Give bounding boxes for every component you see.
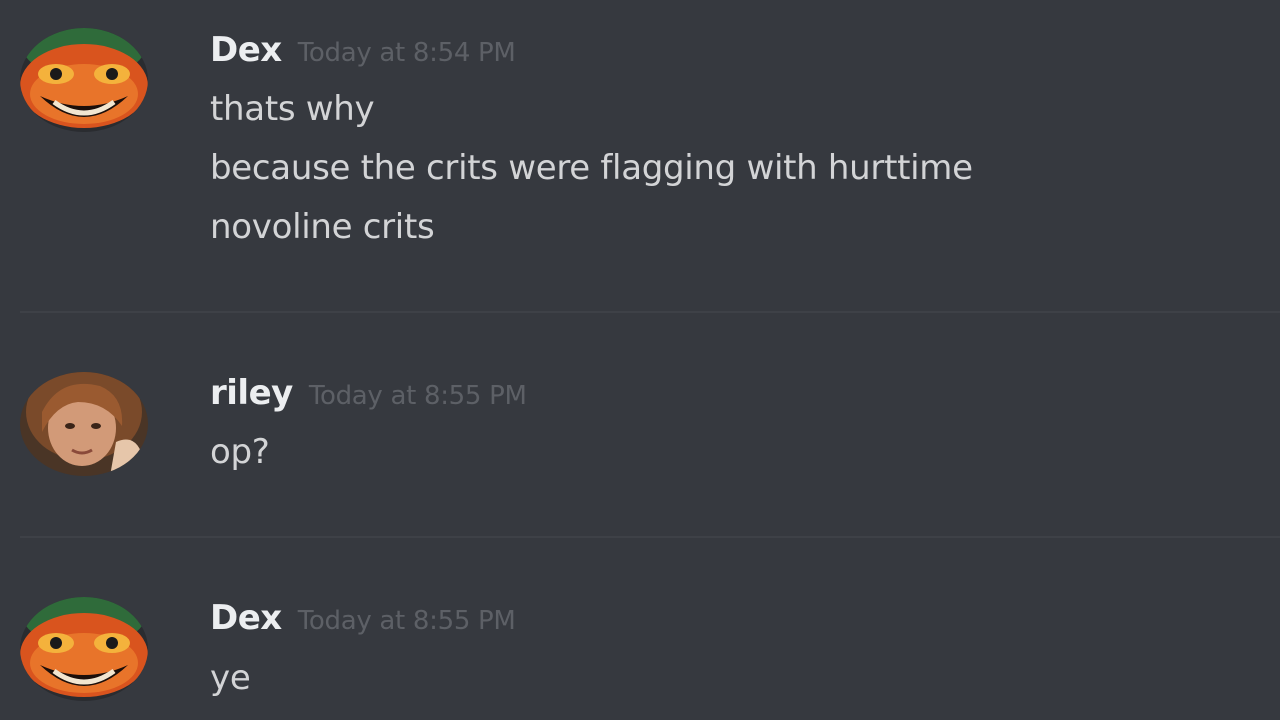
message-content: ye	[210, 649, 251, 708]
timestamp[interactable]: Today at 8:55 PM	[298, 606, 516, 636]
timestamp[interactable]: Today at 8:54 PM	[298, 38, 516, 68]
message-content: thats why because the crits were flaggin…	[210, 80, 973, 257]
username[interactable]: riley	[210, 373, 293, 413]
message-header: Dex Today at 8:55 PM	[210, 598, 516, 638]
message-line: because the crits were flagging with hur…	[210, 148, 973, 188]
username[interactable]: Dex	[210, 30, 282, 70]
message-line: ye	[210, 658, 251, 698]
message-line: op?	[210, 432, 270, 472]
message-content: op?	[210, 423, 270, 482]
cartoon-face-avatar-icon[interactable]	[20, 28, 148, 132]
message-header: Dex Today at 8:54 PM	[210, 30, 516, 70]
message-header: riley Today at 8:55 PM	[210, 373, 527, 413]
message-divider	[20, 536, 1280, 538]
message-line: thats why	[210, 89, 375, 129]
photo-avatar-icon[interactable]	[20, 372, 148, 476]
chat-message-list: Dex Today at 8:54 PM thats why because th…	[0, 0, 1280, 720]
timestamp[interactable]: Today at 8:55 PM	[309, 381, 527, 411]
message-line: novoline crits	[210, 207, 435, 247]
username[interactable]: Dex	[210, 598, 282, 638]
message-divider	[20, 311, 1280, 313]
cartoon-face-avatar-icon[interactable]	[20, 597, 148, 701]
